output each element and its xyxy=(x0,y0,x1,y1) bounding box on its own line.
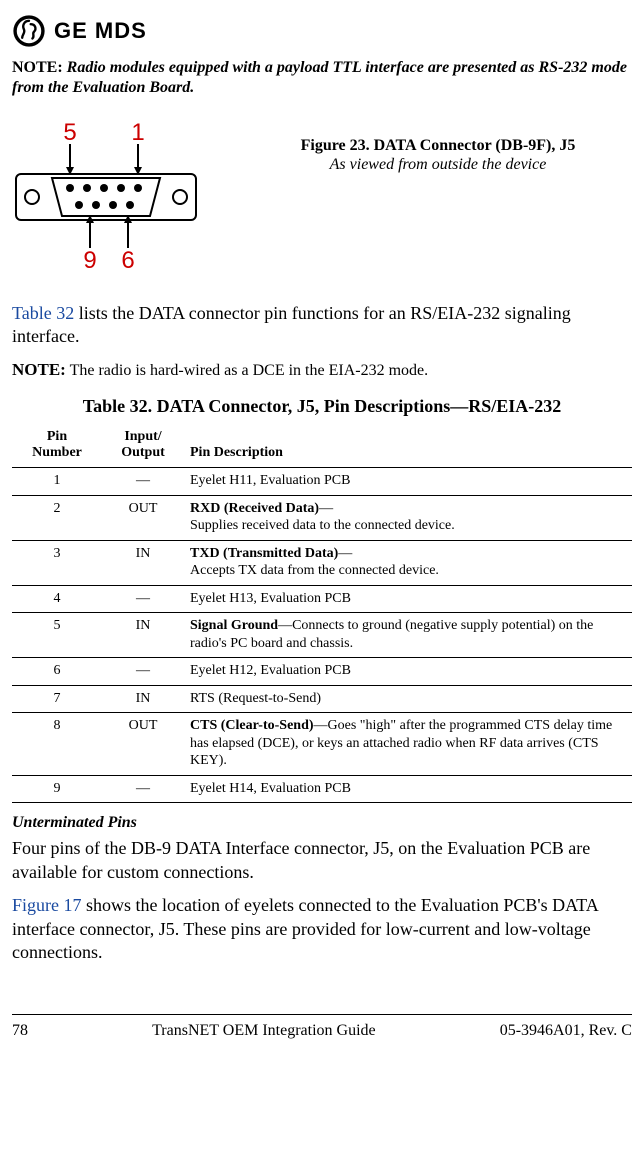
table-32-link[interactable]: Table 32 xyxy=(12,303,74,323)
cell-io: OUT xyxy=(102,713,184,776)
cell-io: IN xyxy=(102,540,184,585)
fig-label-6: 6 xyxy=(121,247,134,270)
fig-label-9: 9 xyxy=(83,247,96,270)
cell-description: RTS (Request-to-Send) xyxy=(184,685,632,713)
page-number: 78 xyxy=(12,1021,28,1041)
figure-subtitle: As viewed from outside the device xyxy=(244,155,632,174)
cell-pin-number: 3 xyxy=(12,540,102,585)
note2-label: NOTE: xyxy=(12,360,66,379)
table-row: 6—Eyelet H12, Evaluation PCB xyxy=(12,658,632,686)
cell-description: TXD (Transmitted Data)—Accepts TX data f… xyxy=(184,540,632,585)
body-para-2: Figure 17 shows the location of eyelets … xyxy=(12,894,632,964)
body2-rest: shows the location of eyelets connected … xyxy=(12,895,598,962)
cell-pin-number: 2 xyxy=(12,495,102,540)
table-row: 7INRTS (Request-to-Send) xyxy=(12,685,632,713)
cell-pin-number: 4 xyxy=(12,585,102,613)
figure-caption: Figure 23. DATA Connector (DB-9F), J5 As… xyxy=(244,120,632,174)
brand-text: GE MDS xyxy=(54,17,147,45)
db9-diagram: 5 1 9 6 xyxy=(12,120,222,276)
body-para-1: Four pins of the DB-9 DATA Interface con… xyxy=(12,837,632,884)
cell-description: Eyelet H14, Evaluation PCB xyxy=(184,775,632,803)
page-footer: 78 TransNET OEM Integration Guide 05-394… xyxy=(12,1014,632,1041)
cell-pin-number: 6 xyxy=(12,658,102,686)
cell-pin-number: 9 xyxy=(12,775,102,803)
table-row: 5INSignal Ground—Connects to ground (neg… xyxy=(12,613,632,658)
cell-pin-number: 1 xyxy=(12,468,102,496)
cell-pin-number: 8 xyxy=(12,713,102,776)
pin-table: PinNumber Input/Output Pin Description 1… xyxy=(12,425,632,803)
cell-io: IN xyxy=(102,685,184,713)
table-row: 2OUTRXD (Received Data)—Supplies receive… xyxy=(12,495,632,540)
th-io: Input/Output xyxy=(102,425,184,468)
ge-logo-icon xyxy=(12,14,46,48)
fig-label-1: 1 xyxy=(131,120,144,146)
note2-body: The radio is hard-wired as a DCE in the … xyxy=(70,362,429,379)
cell-io: — xyxy=(102,775,184,803)
note-label: NOTE: xyxy=(12,59,63,76)
table-row: 9—Eyelet H14, Evaluation PCB xyxy=(12,775,632,803)
note-radio-modules: NOTE: Radio modules equipped with a payl… xyxy=(12,58,632,98)
fig-label-5: 5 xyxy=(63,120,76,146)
cell-description: CTS (Clear-to-Send)—Goes "high" after th… xyxy=(184,713,632,776)
figure-title: Figure 23. DATA Connector (DB-9F), J5 xyxy=(244,136,632,155)
note-dce: NOTE: The radio is hard-wired as a DCE i… xyxy=(12,359,632,381)
cell-io: — xyxy=(102,585,184,613)
table-title: Table 32. DATA Connector, J5, Pin Descri… xyxy=(12,395,632,418)
cell-io: OUT xyxy=(102,495,184,540)
cell-pin-number: 7 xyxy=(12,685,102,713)
cell-description: Signal Ground—Connects to ground (negati… xyxy=(184,613,632,658)
table-row: 3INTXD (Transmitted Data)—Accepts TX dat… xyxy=(12,540,632,585)
cell-description: Eyelet H11, Evaluation PCB xyxy=(184,468,632,496)
intro-paragraph: Table 32 lists the DATA connector pin fu… xyxy=(12,302,632,349)
cell-io: IN xyxy=(102,613,184,658)
cell-description: Eyelet H12, Evaluation PCB xyxy=(184,658,632,686)
note-body: Radio modules equipped with a payload TT… xyxy=(12,59,627,96)
footer-title: TransNET OEM Integration Guide xyxy=(152,1021,376,1041)
figure-17-link[interactable]: Figure 17 xyxy=(12,895,82,915)
cell-io: — xyxy=(102,468,184,496)
cell-description: Eyelet H13, Evaluation PCB xyxy=(184,585,632,613)
intro-rest: lists the DATA connector pin functions f… xyxy=(12,303,571,346)
subhead-unterminated: Unterminated Pins xyxy=(12,813,632,833)
th-pin-number: PinNumber xyxy=(12,425,102,468)
cell-io: — xyxy=(102,658,184,686)
footer-doc: 05-3946A01, Rev. C xyxy=(500,1021,632,1041)
figure-row: 5 1 9 6 xyxy=(12,120,632,276)
table-row: 4—Eyelet H13, Evaluation PCB xyxy=(12,585,632,613)
header-logo: GE MDS xyxy=(12,14,632,48)
cell-description: RXD (Received Data)—Supplies received da… xyxy=(184,495,632,540)
table-row: 1—Eyelet H11, Evaluation PCB xyxy=(12,468,632,496)
cell-pin-number: 5 xyxy=(12,613,102,658)
table-row: 8OUTCTS (Clear-to-Send)—Goes "high" afte… xyxy=(12,713,632,776)
th-desc: Pin Description xyxy=(184,425,632,468)
